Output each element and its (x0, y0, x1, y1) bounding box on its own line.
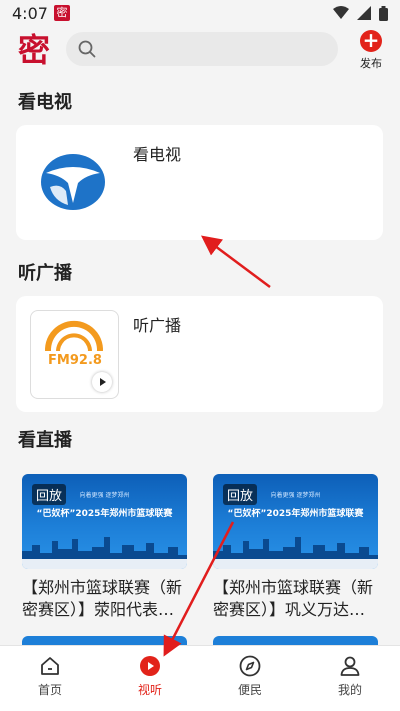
live-item-title[interactable]: 【郑州市篮球联赛（新密赛区）】荥阳代表… (22, 577, 187, 621)
tv-station-logo (41, 154, 105, 210)
fm-logo-text: FM92.8 (48, 353, 102, 368)
status-time: 4:07 (12, 3, 48, 23)
search-icon (78, 40, 96, 58)
sponsor-strip (22, 559, 187, 569)
replay-badge: 回放 (223, 484, 258, 505)
publish-button[interactable]: + 发布 (354, 30, 388, 71)
publish-label: 发布 (360, 57, 382, 70)
tv-card[interactable]: 看电视 (16, 125, 383, 240)
live-thumb-banner: “巴奴杯”2025年郑州市篮球联赛 (36, 509, 173, 519)
status-icons (333, 5, 388, 21)
nav-item-profile[interactable]: 我的 (300, 646, 400, 711)
nav-item-home[interactable]: 首页 (0, 646, 100, 711)
radio-thumbnail: FM92.8 (30, 310, 119, 399)
radio-card[interactable]: FM92.8 听广播 (16, 296, 383, 412)
search-bar[interactable] (66, 32, 338, 66)
skyline-graphic (213, 537, 378, 561)
live-thumbnail: 向着更强 逐梦郑州 “巴奴杯”2025年郑州市篮球联赛 回放 (213, 474, 378, 569)
tv-card-label: 看电视 (133, 145, 182, 164)
radio-card-label: 听广播 (133, 316, 182, 335)
signal-icon (357, 6, 371, 20)
battery-icon (379, 5, 388, 21)
add-icon: + (360, 30, 382, 52)
nav-label: 我的 (337, 683, 362, 697)
nav-item-media[interactable]: 视听 (100, 646, 200, 711)
sponsor-strip (213, 559, 378, 569)
compass-icon (239, 655, 261, 677)
live-item[interactable]: 向着更强 逐梦郑州 “巴奴杯”2025年郑州市篮球联赛 回放 【郑州市篮球联赛（… (213, 474, 378, 621)
play-circle-icon (140, 656, 160, 676)
section-title-live: 看直播 (18, 430, 72, 451)
nav-label: 首页 (37, 683, 62, 697)
nav-item-services[interactable]: 便民 (200, 646, 300, 711)
app-notification-icon: 密 (53, 5, 70, 21)
section-title-radio: 听广播 (18, 263, 72, 284)
nav-label: 便民 (237, 683, 262, 697)
live-thumb-banner: “巴奴杯”2025年郑州市篮球联赛 (227, 509, 364, 519)
play-icon[interactable] (92, 372, 112, 392)
bottom-nav: 首页 视听 便民 我的 (0, 645, 400, 711)
home-icon (41, 657, 59, 675)
user-icon (340, 656, 360, 676)
section-title-tv: 看电视 (18, 92, 72, 113)
status-bar: 4:07 密 (0, 0, 400, 26)
wifi-icon (333, 6, 349, 19)
app-logo[interactable]: 密 (14, 30, 54, 70)
live-thumbnail: 向着更强 逐梦郑州 “巴奴杯”2025年郑州市篮球联赛 回放 (22, 474, 187, 569)
replay-badge: 回放 (32, 484, 67, 505)
live-item-title[interactable]: 【郑州市篮球联赛（新密赛区）】巩义万达… (213, 577, 378, 621)
header: 密 + 发布 (0, 26, 400, 74)
search-input[interactable] (106, 32, 326, 66)
skyline-graphic (22, 537, 187, 561)
live-item[interactable]: 向着更强 逐梦郑州 “巴奴杯”2025年郑州市篮球联赛 回放 【郑州市篮球联赛（… (22, 474, 187, 621)
nav-label: 视听 (137, 683, 162, 697)
